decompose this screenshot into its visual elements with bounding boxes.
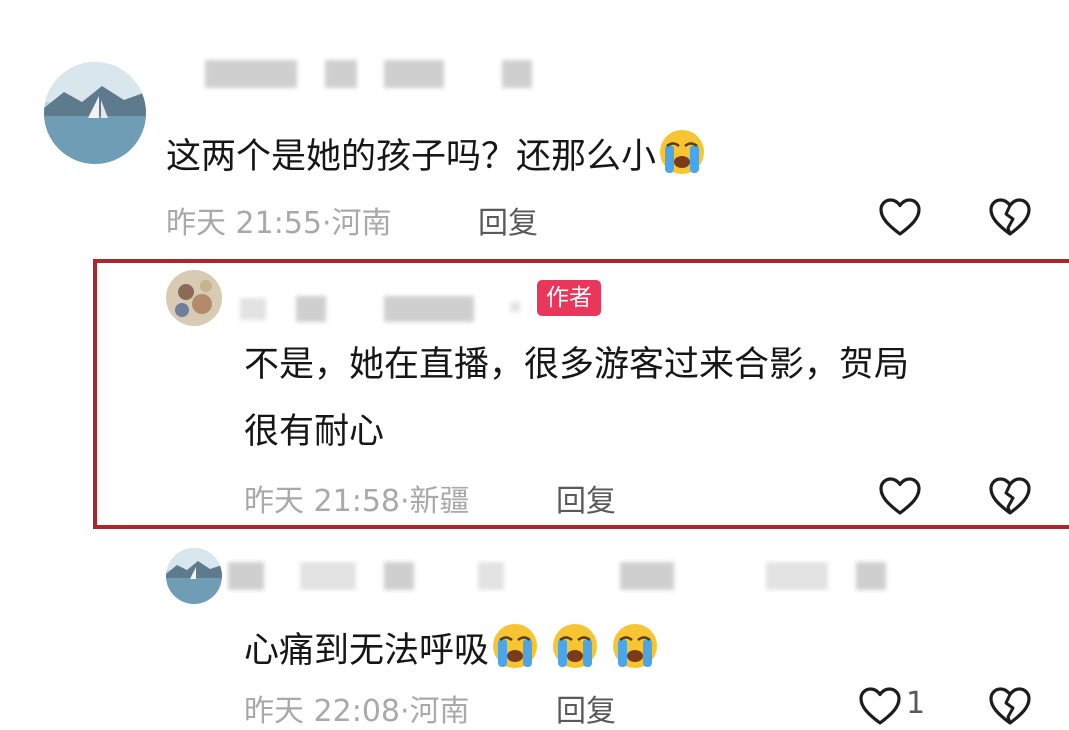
comment-text: 不是，她在直播，很多游客过来合影，贺局 <box>244 345 910 385</box>
username-redacted <box>240 298 266 320</box>
comment-time: 昨天 22:08 <box>244 694 400 729</box>
comment-location: 新疆 <box>409 484 470 519</box>
comment-meta: 昨天 21:55·河南 <box>166 206 392 241</box>
comment-2: 作者 不是，她在直播，很多游客过来合影，贺局 很有耐心 昨天 21:58·新疆 … <box>0 260 1069 530</box>
comment-3: 心痛到无法呼吸 昨天 22:08·河南 回复 1 <box>0 540 1069 729</box>
username-redacted <box>205 60 297 88</box>
like-count: 1 <box>906 686 926 721</box>
comment-time: 昨天 21:58 <box>244 484 400 519</box>
avatar[interactable] <box>166 548 222 604</box>
username-redacted <box>620 562 674 590</box>
comment-meta: 昨天 22:08·河南 <box>244 694 470 729</box>
reply-button[interactable]: 回复 <box>478 198 538 242</box>
username-redacted <box>384 296 474 322</box>
comment-location: 河南 <box>331 206 392 241</box>
username-redacted <box>228 562 264 590</box>
comment-text: 这两个是她的孩子吗？还那么小 <box>166 128 706 181</box>
crying-emoji-icon <box>658 128 706 176</box>
heart-icon[interactable] <box>878 197 922 237</box>
comment-text: 心痛到无法呼吸 <box>244 622 659 675</box>
crying-emoji-icon <box>551 622 599 670</box>
heart-icon[interactable] <box>858 686 902 726</box>
username-redacted <box>766 562 828 590</box>
crying-emoji-icon <box>611 622 659 670</box>
comment-location: 河南 <box>409 694 470 729</box>
reply-button[interactable]: 回复 <box>556 686 616 730</box>
username-redacted <box>296 296 326 322</box>
avatar[interactable] <box>44 62 146 164</box>
comment-text-line2: 很有耐心 <box>244 412 385 452</box>
reply-button[interactable]: 回复 <box>556 476 616 520</box>
username-redacted <box>384 60 444 88</box>
username-redacted <box>325 60 357 88</box>
comment-time: 昨天 21:55 <box>166 206 322 241</box>
comment-1: 这两个是她的孩子吗？还那么小 昨天 21:55·河南 回复 <box>0 0 1069 255</box>
username-redacted <box>300 562 356 590</box>
author-badge: 作者 <box>537 280 601 316</box>
username-redacted <box>856 562 886 590</box>
username-redacted <box>510 302 520 312</box>
comment-meta: 昨天 21:58·新疆 <box>244 484 470 519</box>
username-redacted <box>384 562 414 590</box>
username-redacted <box>502 60 532 88</box>
username-redacted <box>478 562 504 590</box>
crying-emoji-icon <box>491 622 539 670</box>
broken-heart-icon[interactable] <box>988 476 1032 516</box>
broken-heart-icon[interactable] <box>988 197 1032 237</box>
heart-icon[interactable] <box>878 476 922 516</box>
broken-heart-icon[interactable] <box>988 686 1032 726</box>
avatar[interactable] <box>166 270 222 326</box>
